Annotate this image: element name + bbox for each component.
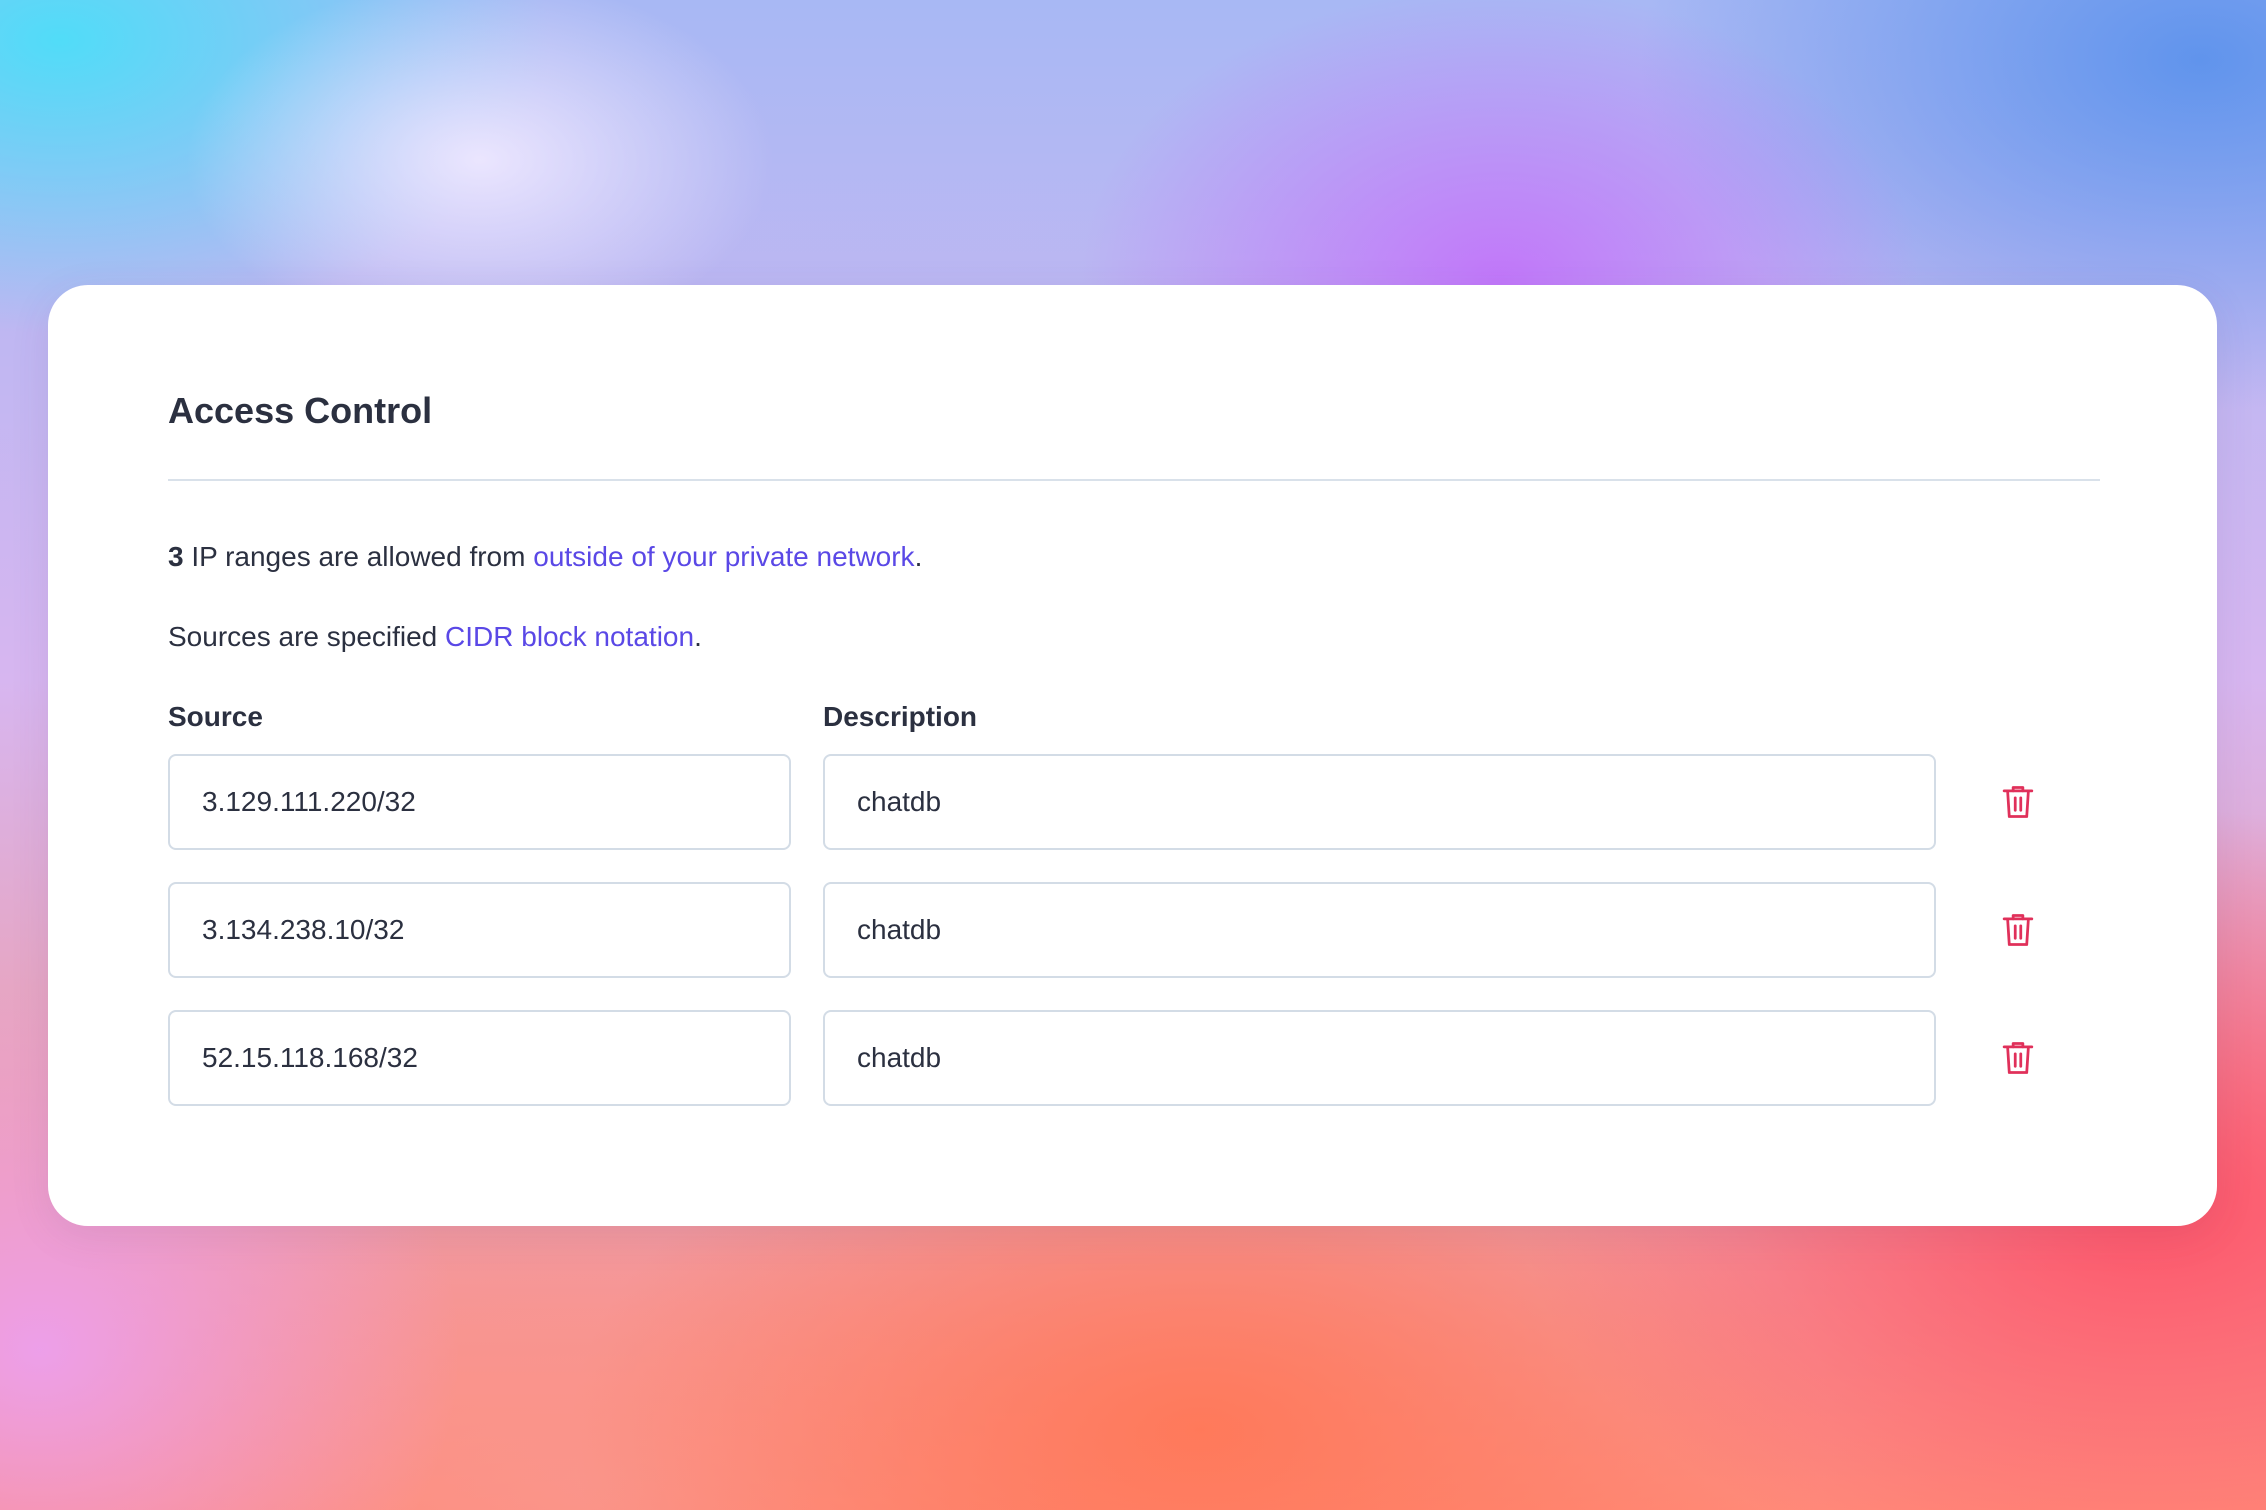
ip-range-row xyxy=(48,882,2217,978)
title-divider xyxy=(168,479,2100,481)
summary-period: . xyxy=(914,541,923,572)
delete-row-button[interactable] xyxy=(1994,778,2042,826)
summary-text: IP ranges are allowed from xyxy=(183,541,534,572)
delete-row-button[interactable] xyxy=(1994,906,2042,954)
ip-range-row xyxy=(48,754,2217,850)
source-column-header: Source xyxy=(168,701,263,732)
allowed-ranges-summary: 3 IP ranges are allowed from outside of … xyxy=(168,543,922,571)
description-input[interactable] xyxy=(823,754,1936,850)
card-title: Access Control xyxy=(168,390,433,431)
trash-icon xyxy=(2002,914,2034,946)
source-input[interactable] xyxy=(168,882,791,978)
access-control-card: Access Control 3 IP ranges are allowed f… xyxy=(48,285,2217,1226)
trash-icon xyxy=(2002,786,2034,818)
description-input[interactable] xyxy=(823,1010,1936,1106)
private-network-link[interactable]: outside of your private network xyxy=(533,541,914,572)
cidr-notation-link[interactable]: CIDR block notation xyxy=(445,621,694,652)
range-count: 3 xyxy=(168,541,184,572)
notation-text: Sources are specified xyxy=(168,621,446,652)
description-column-header: Description xyxy=(823,701,978,732)
notation-info: Sources are specified CIDR block notatio… xyxy=(168,623,702,651)
source-input[interactable] xyxy=(168,1010,791,1106)
source-input[interactable] xyxy=(168,754,791,850)
ip-range-row xyxy=(48,1010,2217,1106)
notation-period: . xyxy=(694,621,702,652)
trash-icon xyxy=(2002,1042,2034,1074)
description-input[interactable] xyxy=(823,882,1936,978)
delete-row-button[interactable] xyxy=(1994,1034,2042,1082)
